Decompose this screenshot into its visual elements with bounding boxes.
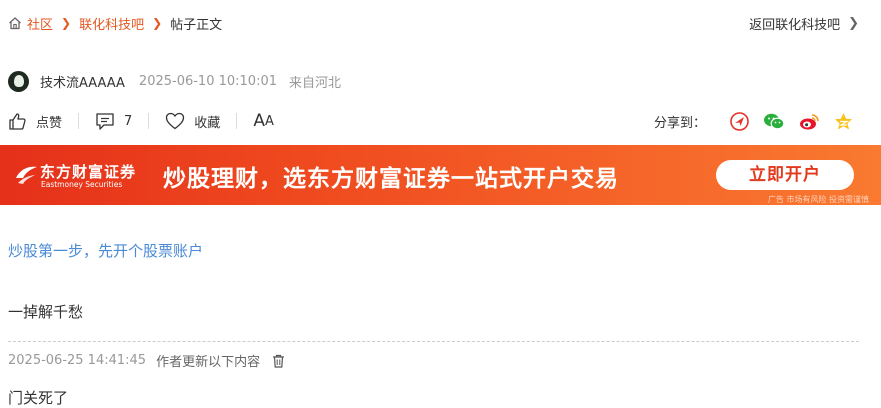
comment-count: 7 <box>124 113 133 129</box>
update-date: 2025-06-25 14:41:45 <box>8 353 147 368</box>
share-wechat-icon[interactable] <box>763 112 785 131</box>
breadcrumb-home-link[interactable]: 社区 <box>27 14 53 33</box>
post-actions: 点赞 7 收藏 AA <box>8 109 274 133</box>
back-to-forum-label[interactable]: 返回联化科技吧 <box>749 14 840 33</box>
post-location: 来自河北 <box>289 75 342 91</box>
ad-brand: 东方财富证券 <box>40 163 137 181</box>
post-time: 2025-06-10 10:10:01 <box>138 73 277 89</box>
eastmoney-logo-icon <box>16 166 37 184</box>
chevron-right-icon: ❯ <box>61 16 72 30</box>
heart-icon <box>166 112 185 130</box>
open-account-button[interactable]: 立即开户 <box>716 160 854 190</box>
avatar[interactable] <box>8 70 29 92</box>
post-author-row: 技术流AAAAA 2025-06-10 10:10:01 来自河北 <box>8 70 341 92</box>
favorite-button[interactable]: 收藏 <box>165 112 220 131</box>
update-body-text: 门关死了 <box>8 389 69 407</box>
breadcrumb: 社区 ❯ 联化科技吧 ❯ 帖子正文 <box>8 14 223 33</box>
thumbs-up-icon <box>9 112 26 130</box>
author-name[interactable]: 技术流AAAAA <box>40 72 125 91</box>
ad-disclaimer: 广告 市场有风险 投资需谨慎 <box>767 195 869 204</box>
post-body-text: 一掉解千愁 <box>8 303 84 321</box>
update-header: 2025-06-25 14:41:45 作者更新以下内容 <box>8 351 285 370</box>
font-size-small-glyph: A <box>264 113 274 129</box>
comment-icon <box>96 112 114 130</box>
back-to-forum-link[interactable]: 返回联化科技吧 ❯ <box>749 14 859 33</box>
divider <box>78 113 80 129</box>
ad-brand-en: Eastmoney Securities <box>41 180 123 189</box>
divider <box>148 113 150 129</box>
trash-icon[interactable] <box>272 354 285 368</box>
breadcrumb-current: 帖子正文 <box>170 17 223 33</box>
font-size-large-glyph: A <box>253 111 265 131</box>
divider <box>236 113 238 129</box>
favorite-label: 收藏 <box>194 115 221 131</box>
promo-link[interactable]: 炒股第一步，先开个股票账户 <box>8 240 203 261</box>
like-label: 点赞 <box>36 115 63 131</box>
ad-banner[interactable]: 东方财富证券 Eastmoney Securities 炒股理财，选东方财富证券… <box>0 145 881 205</box>
chevron-right-icon: ❯ <box>848 16 859 31</box>
share-bar: 分享到： <box>654 109 853 133</box>
share-label: 分享到： <box>653 115 706 131</box>
font-size-toggle[interactable]: AA <box>253 111 274 131</box>
comment-button[interactable]: 7 <box>95 112 132 131</box>
breadcrumb-forum-link[interactable]: 联化科技吧 <box>79 14 144 33</box>
share-qzone-icon[interactable] <box>834 112 853 131</box>
chevron-right-icon: ❯ <box>152 16 163 30</box>
like-button[interactable]: 点赞 <box>8 112 62 131</box>
update-note: 作者更新以下内容 <box>156 355 261 370</box>
share-guba-icon[interactable] <box>730 111 749 131</box>
ad-slogan: 炒股理财，选东方财富证券一站式开户交易 <box>163 166 619 192</box>
home-icon[interactable] <box>8 16 22 30</box>
share-weibo-icon[interactable] <box>799 112 820 131</box>
dashed-divider <box>8 341 859 342</box>
